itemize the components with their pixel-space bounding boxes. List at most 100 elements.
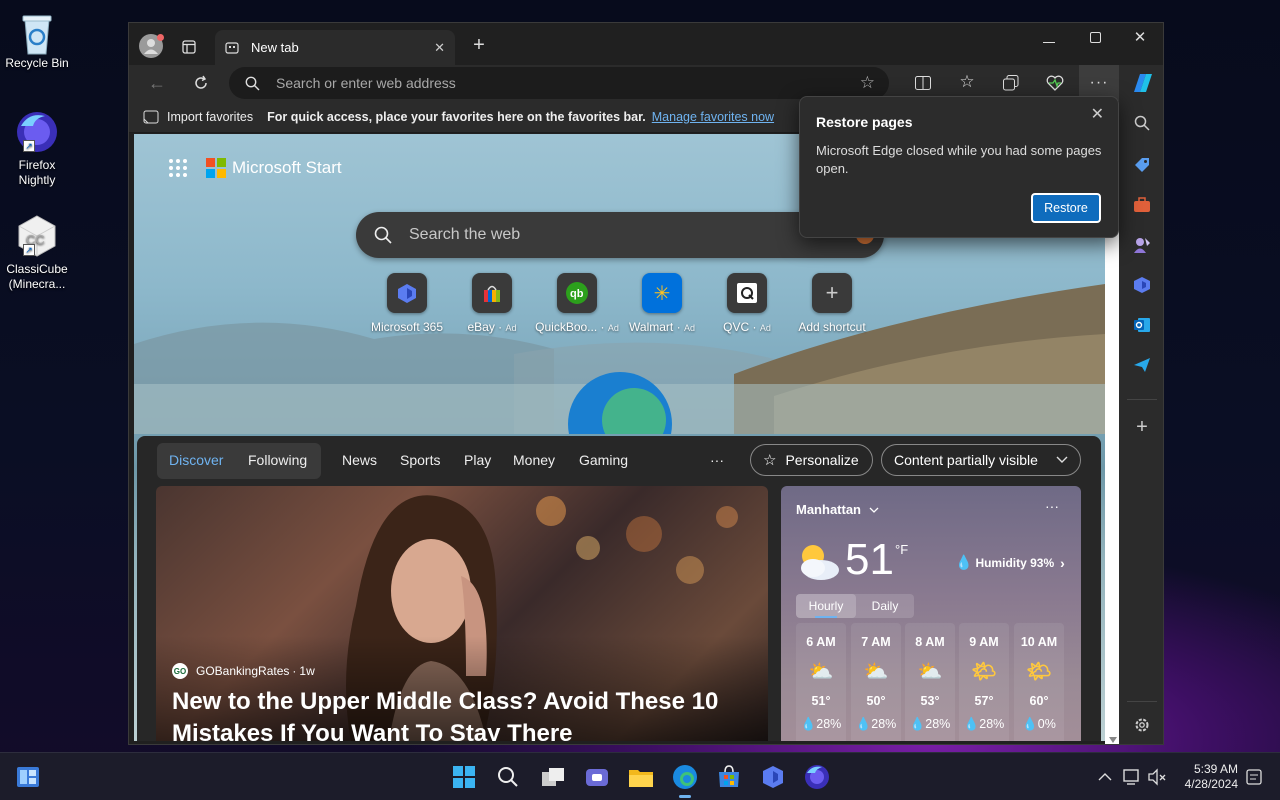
ad-badge: Ad [683,323,695,333]
tab-hourly[interactable]: Hourly [796,594,856,618]
shortcut-add[interactable]: + Add shortcut [790,273,874,334]
desktop-icon-firefox-nightly[interactable]: ↗ Firefox Nightly [4,110,70,188]
widgets-icon[interactable] [14,763,42,791]
browser-essentials-icon[interactable] [1043,71,1067,95]
search-icon [245,76,260,90]
weather-card[interactable]: Manhattan ··· 51 °F 💧 Humidity 93% › Hou… [781,486,1081,741]
chevron-right-icon: › [1060,554,1065,571]
microsoft-365-sidebar-icon[interactable] [1130,273,1154,297]
address-placeholder: Search or enter web address [276,75,456,91]
sidebar-divider [1127,701,1157,702]
shortcut-label: Add shortcut [798,320,866,334]
tab-discover[interactable]: Discover [169,452,223,468]
edge-taskbar-icon[interactable] [671,763,699,791]
show-hidden-icons-chevron-up-icon[interactable] [1091,763,1119,791]
favorite-star-icon[interactable]: ☆ [860,73,875,93]
taskbar-search-icon[interactable] [494,763,522,791]
weather-location[interactable]: Manhattan [796,502,879,517]
personalize-label: Personalize [785,452,859,468]
back-icon[interactable]: ← [145,71,169,95]
microsoft-store-icon[interactable] [715,763,743,791]
weather-more-icon[interactable]: ··· [1045,498,1059,514]
close-popup-icon[interactable]: ✕ [1091,104,1104,124]
file-explorer-icon[interactable] [627,763,655,791]
desktop-icon-classicube[interactable]: CC ↗ ClassiCube (Minecra... [4,214,70,292]
tab-money[interactable]: Money [513,452,555,468]
manage-favorites-link[interactable]: Manage favorites now [652,110,774,124]
microsoft-start-brand[interactable]: Microsoft Start [206,158,342,178]
scroll-down-arrow-icon[interactable] [1109,737,1117,743]
tab-news[interactable]: News [342,452,377,468]
shortcut-qvc[interactable]: QVC · Ad [705,273,789,334]
notifications-icon[interactable] [1240,763,1268,791]
outlook-icon[interactable] [1130,313,1154,337]
favorites-icon[interactable]: ☆ [955,70,979,94]
news-feed: Discover Following News Sports Play Mone… [137,436,1101,741]
article-headline[interactable]: New to the Upper Middle Class? Avoid The… [172,686,742,741]
teams-chat-icon[interactable] [583,763,611,791]
volume-muted-icon[interactable] [1143,763,1171,791]
partly-sunny-icon: 🌤 [971,661,997,683]
close-tab-icon[interactable]: ✕ [434,40,445,56]
maximize-icon[interactable] [1083,25,1107,49]
collections-icon[interactable] [999,71,1023,95]
weather-humidity[interactable]: 💧 Humidity 93% › [955,554,1065,571]
tab-sports[interactable]: Sports [400,452,440,468]
import-favorites-button[interactable]: Import favorites [167,110,253,124]
shortcut-ebay[interactable]: eBay · Ad [450,273,534,334]
add-sidebar-app-icon[interactable]: + [1130,415,1154,439]
hour-precip: 0% [1037,717,1056,731]
restore-button[interactable]: Restore [1031,193,1101,223]
popup-message: Microsoft Edge closed while you had some… [816,143,1102,176]
tab-actions-icon[interactable] [177,35,201,59]
shortcut-label: QuickBoo... [535,320,598,334]
new-tab-plus-icon[interactable]: + [467,33,491,57]
chevron-down-icon [869,507,879,513]
minimize-icon[interactable] [1037,31,1061,55]
hour-time: 9 AM [969,635,999,649]
desktop-icon-recycle-bin[interactable]: Recycle Bin [4,8,70,71]
shortcut-label: QVC [723,320,750,334]
tab-gaming[interactable]: Gaming [579,452,628,468]
hero-article-card[interactable]: GO GOBankingRates · 1w New to the Upper … [156,486,768,741]
app-launcher-icon[interactable] [169,159,187,177]
feed-more-icon[interactable]: ··· [710,452,724,468]
personalize-sparkle-icon: ☆ [763,452,777,469]
tab-daily[interactable]: Daily [856,594,914,618]
partly-cloudy-icon [801,545,839,580]
shopping-tag-icon[interactable] [1130,153,1154,177]
weather-temp: 51 [845,535,894,584]
tools-briefcase-icon[interactable] [1130,193,1154,217]
content-visibility-dropdown[interactable]: Content partially visible [881,444,1081,476]
hour-temp: 57° [974,694,994,708]
address-bar[interactable]: Search or enter web address ☆ [229,67,889,99]
new-tab-page-icon [225,41,239,54]
shortcut-microsoft-365[interactable]: Microsoft 365 [365,273,449,334]
clock[interactable]: 5:39 AM 4/28/2024 [1178,762,1238,792]
games-icon[interactable] [1130,233,1154,257]
hour-time: 6 AM [806,635,836,649]
ad-badge: Ad [505,323,517,333]
weather-location-name: Manhattan [796,502,861,517]
copilot-icon[interactable] [1130,71,1154,95]
microsoft-365-taskbar-icon[interactable] [759,763,787,791]
humidity-value: Humidity 93% [975,555,1055,570]
tab-play[interactable]: Play [464,452,491,468]
microsoft-logo-icon [206,158,226,178]
gobankingrates-logo-icon: GO [172,663,188,679]
refresh-icon[interactable] [189,71,213,95]
sidebar-search-icon[interactable] [1130,111,1154,135]
task-view-icon[interactable] [539,763,567,791]
humidity-drop-icon: 💧 [955,554,973,570]
shortcut-walmart[interactable]: ✳ Walmart · Ad [620,273,704,334]
shortcut-quickbooks[interactable]: qb QuickBoo... · Ad [535,273,619,334]
sidebar-settings-gear-icon[interactable] [1130,713,1154,737]
start-windows-icon[interactable] [450,763,478,791]
personalize-button[interactable]: ☆ Personalize [750,444,873,476]
firefox-nightly-taskbar-icon[interactable] [803,763,831,791]
tab-following[interactable]: Following [248,452,307,468]
close-window-icon[interactable]: ✕ [1128,25,1152,49]
split-screen-icon[interactable] [911,71,935,95]
drop-send-icon[interactable] [1130,353,1154,377]
tab-new-tab[interactable]: New tab ✕ [215,30,455,65]
